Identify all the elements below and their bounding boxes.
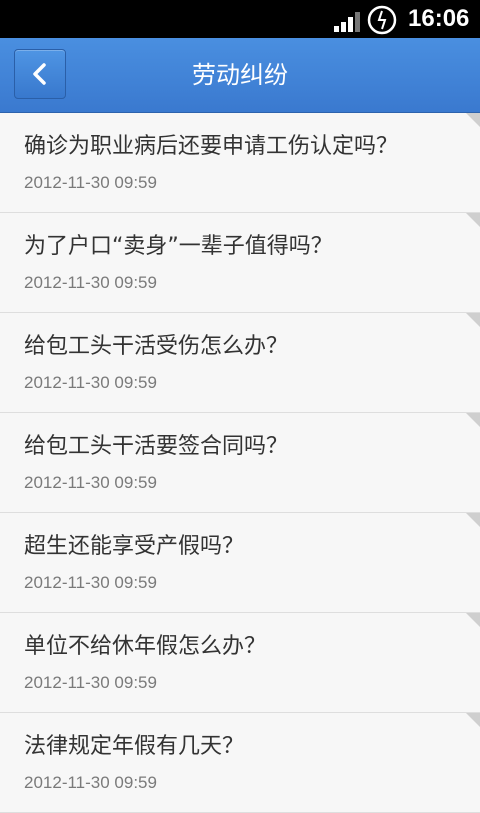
list-item-date: 2012-11-30 09:59 [24, 673, 157, 692]
list-item-title: 法律规定年假有几天？ [24, 734, 245, 759]
status-time: 16:06 [408, 5, 470, 32]
list-item-title: 给包工头干活要签合同吗？ [24, 434, 289, 459]
title-bar: 劳动纠纷 [0, 38, 480, 113]
list-item-title: 确诊为职业病后还要申请工伤认定吗？ [24, 134, 399, 159]
list-item[interactable]: 给包工头干活要签合同吗？ 2012-11-30 09:59 [0, 413, 480, 513]
list-item-date: 2012-11-30 09:59 [24, 773, 157, 792]
status-bar: 16:06 [0, 0, 480, 38]
corner-fold-icon [466, 613, 480, 627]
list-item-date: 2012-11-30 09:59 [24, 573, 157, 592]
list-item[interactable]: 法律规定年假有几天？ 2012-11-30 09:59 [0, 713, 480, 813]
list-item-title: 为了户口“卖身”一辈子值得吗？ [24, 234, 333, 259]
list-item-date: 2012-11-30 09:59 [24, 273, 157, 292]
article-list: 确诊为职业病后还要申请工伤认定吗？ 2012-11-30 09:59 为了户口“… [0, 113, 480, 813]
corner-fold-icon [466, 213, 480, 227]
list-item-title: 超生还能享受产假吗？ [24, 534, 245, 559]
corner-fold-icon [466, 313, 480, 327]
corner-fold-icon [466, 413, 480, 427]
list-item[interactable]: 为了户口“卖身”一辈子值得吗？ 2012-11-30 09:59 [0, 213, 480, 313]
corner-fold-icon [466, 713, 480, 727]
clock-icon [367, 5, 397, 35]
chevron-left-icon [33, 63, 46, 85]
list-item-title: 单位不给休年假怎么办？ [24, 634, 267, 659]
list-item[interactable]: 超生还能享受产假吗？ 2012-11-30 09:59 [0, 513, 480, 613]
signal-icon [334, 12, 360, 32]
list-item-date: 2012-11-30 09:59 [24, 473, 157, 492]
list-item[interactable]: 单位不给休年假怎么办？ 2012-11-30 09:59 [0, 613, 480, 713]
list-item-title: 给包工头干活受伤怎么办？ [24, 334, 289, 359]
corner-fold-icon [466, 513, 480, 527]
page-title: 劳动纠纷 [192, 61, 288, 89]
list-item-date: 2012-11-30 09:59 [24, 173, 157, 192]
corner-fold-icon [466, 113, 480, 127]
list-item[interactable]: 给包工头干活受伤怎么办？ 2012-11-30 09:59 [0, 313, 480, 413]
list-item[interactable]: 确诊为职业病后还要申请工伤认定吗？ 2012-11-30 09:59 [0, 113, 480, 213]
list-item-date: 2012-11-30 09:59 [24, 373, 157, 392]
back-button[interactable] [14, 49, 66, 99]
